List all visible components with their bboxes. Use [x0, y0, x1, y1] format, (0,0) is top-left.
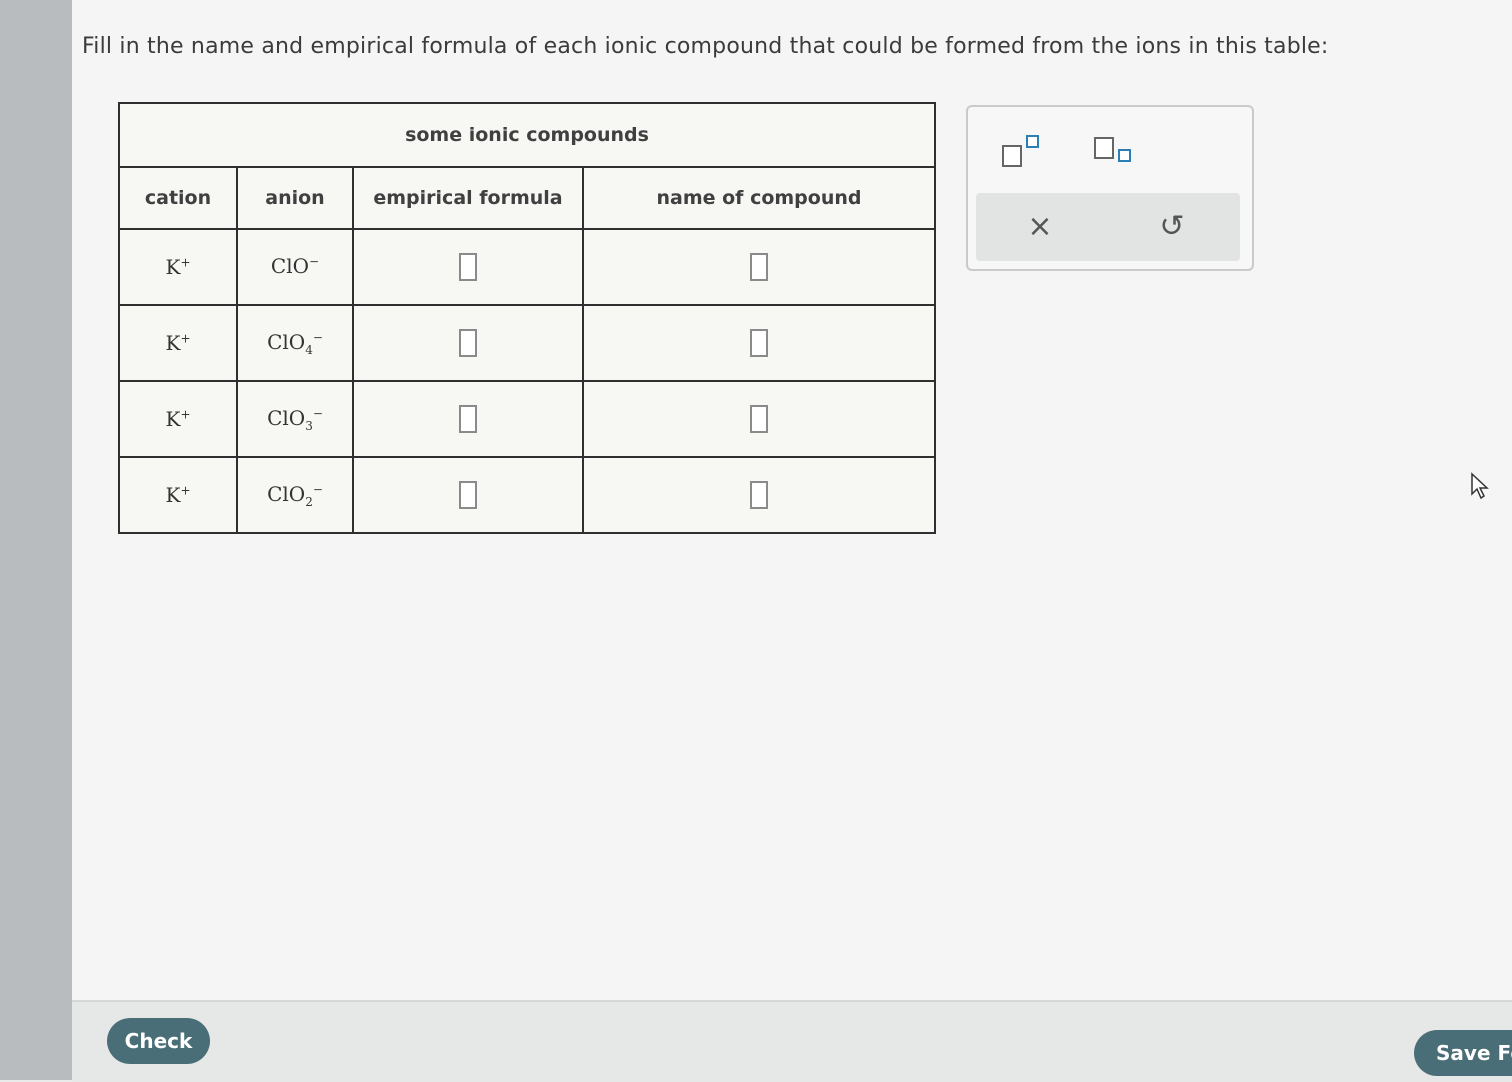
question-prompt: Fill in the name and empirical formula o… — [82, 34, 1329, 59]
table-group-header: some ionic compounds — [118, 102, 936, 168]
cation-cell: K+ — [118, 228, 238, 306]
math-palette: × ↺ — [966, 105, 1254, 271]
anion-cell: ClO3− — [236, 380, 354, 458]
empirical-formula-input[interactable] — [459, 329, 477, 357]
footer-bar — [72, 1000, 1512, 1082]
column-header-empirical-formula: empirical formula — [352, 166, 584, 230]
anion-cell: ClO− — [236, 228, 354, 306]
mouse-pointer-icon — [1471, 472, 1489, 500]
empirical-formula-input[interactable] — [459, 481, 477, 509]
empirical-formula-input[interactable] — [459, 405, 477, 433]
left-strip — [0, 0, 72, 1080]
empirical-formula-cell — [352, 304, 584, 382]
compound-name-cell — [582, 456, 936, 534]
compound-name-cell — [582, 228, 936, 306]
column-header-name: name of compound — [582, 166, 936, 230]
superscript-icon[interactable] — [998, 133, 1042, 169]
table-row: K+ ClO3− — [118, 380, 936, 458]
column-header-anion: anion — [236, 166, 354, 230]
palette-action-row: × ↺ — [976, 193, 1240, 261]
table-row: K+ ClO− — [118, 228, 936, 306]
anion-cell: ClO2− — [236, 456, 354, 534]
empirical-formula-cell — [352, 380, 584, 458]
check-button[interactable]: Check — [107, 1018, 210, 1064]
ionic-compounds-table: some ionic compounds cation anion empiri… — [118, 102, 936, 534]
empirical-formula-input[interactable] — [459, 253, 477, 281]
cation-cell: K+ — [118, 456, 238, 534]
empirical-formula-cell — [352, 456, 584, 534]
compound-name-input[interactable] — [750, 481, 768, 509]
compound-name-cell — [582, 380, 936, 458]
compound-name-cell — [582, 304, 936, 382]
compound-name-input[interactable] — [750, 329, 768, 357]
column-header-cation: cation — [118, 166, 238, 230]
table-row: K+ ClO4− — [118, 304, 936, 382]
save-button[interactable]: Save Fo — [1414, 1030, 1512, 1076]
clear-button[interactable]: × — [1018, 207, 1062, 247]
undo-button[interactable]: ↺ — [1150, 207, 1194, 247]
subscript-icon[interactable] — [1090, 133, 1134, 169]
empirical-formula-cell — [352, 228, 584, 306]
anion-cell: ClO4− — [236, 304, 354, 382]
compound-name-input[interactable] — [750, 405, 768, 433]
cation-cell: K+ — [118, 304, 238, 382]
table-row: K+ ClO2− — [118, 456, 936, 534]
cation-cell: K+ — [118, 380, 238, 458]
compound-name-input[interactable] — [750, 253, 768, 281]
